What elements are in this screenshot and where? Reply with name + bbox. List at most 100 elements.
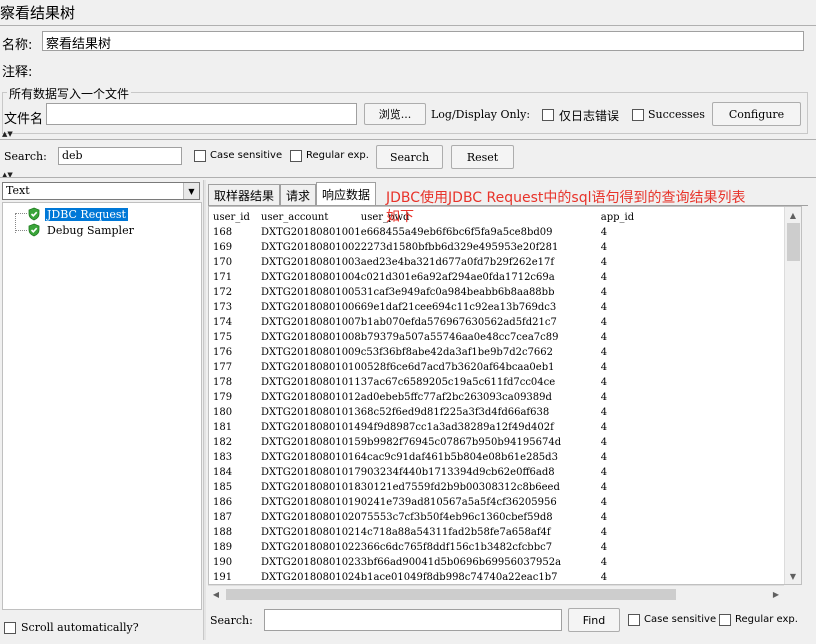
table-cell: DXTG20180801007 [261, 317, 361, 328]
table-cell: 186 [213, 497, 233, 508]
bottom-search-input[interactable] [264, 609, 562, 631]
table-cell: 4 [600, 302, 608, 313]
regex-checkbox[interactable] [290, 150, 302, 162]
errors-only-label: 仅日志错误 [559, 109, 620, 123]
configure-button[interactable]: Configure [712, 102, 801, 126]
scroll-thumb[interactable] [787, 223, 800, 261]
table-cell: 0241e739ad810567a5a5f4cf36205956 [360, 497, 557, 508]
table-cell: 177 [213, 362, 233, 373]
table-cell: 169 [213, 242, 233, 253]
table-row: 180 DXTG20180801013 68c52f6ed9d81f225a3f3d… [213, 405, 641, 420]
scroll-auto-checkbox[interactable] [4, 622, 16, 634]
tree-item-debug-sampler[interactable]: Debug Sampler [27, 223, 136, 237]
renderer-selected-value: Text [6, 184, 30, 197]
table-cell: DXTG20180801013 [261, 407, 361, 418]
table-cell: DXTG20180801014 [261, 422, 361, 433]
tab-response-data[interactable]: 响应数据 [316, 182, 377, 206]
table-cell: 176 [213, 347, 233, 358]
tab-sampler-result[interactable]: 取样器结果 [208, 184, 281, 206]
browse-button[interactable]: 浏览... [364, 103, 426, 125]
table-cell: aed23e4ba321d677a0fd7b29f262e17f [360, 257, 555, 268]
search-label: Search: [4, 150, 47, 163]
tree-item-jdbc-request[interactable]: JDBC Request [27, 207, 128, 221]
search-button[interactable]: Search [376, 145, 443, 169]
table-cell: 75553c7cf3b50f4eb96c1360cbef59d8 [360, 512, 553, 523]
table-cell: DXTG20180801003 [261, 257, 361, 268]
table-cell: 189 [213, 542, 233, 553]
bottom-regex-checkbox[interactable] [719, 614, 731, 626]
log-display-label: Log/Display Only: [431, 108, 531, 121]
table-cell: 190 [213, 557, 233, 568]
name-input[interactable]: 察看结果树 [42, 31, 804, 52]
table-cell: DXTG20180801008 [261, 332, 361, 343]
search-input[interactable]: deb [58, 147, 182, 165]
table-cell: DXTG20180801017 [261, 467, 361, 478]
tab-request[interactable]: 请求 [280, 184, 317, 206]
section-divider [0, 139, 816, 140]
table-cell: 4 [600, 542, 608, 553]
bottom-case-sensitive-checkbox[interactable] [628, 614, 640, 626]
table-cell: 187 [213, 512, 233, 523]
regex-label: Regular exp. [306, 150, 369, 161]
table-cell: 4cac9c91daf461b5b804e08b61e285d3 [360, 452, 558, 463]
table-row: 175 DXTG20180801008 b79379a507a55746aa0e48… [213, 330, 641, 345]
file-input[interactable] [46, 103, 357, 125]
tree-item-label: JDBC Request [45, 207, 128, 221]
table-cell: DXTG20180801004 [261, 272, 361, 283]
table-cell: 4 [600, 482, 608, 493]
table-row: 190 DXTG20180801023 3bf66ad90041d5b0696b69… [213, 555, 641, 570]
table-cell: 4 [600, 512, 608, 523]
response-data-area[interactable]: user_id user_account user_pwd app_id 168 DXTG… [208, 206, 802, 585]
table-cell: DXTG20180801001 [261, 227, 361, 238]
tree-line [15, 230, 27, 231]
table-row: 177 DXTG20180801010 0528f6ce6d7acd7b3620af… [213, 360, 641, 375]
chevron-down-icon[interactable]: ▼ [183, 183, 199, 199]
renderer-select[interactable]: Text ▼ [2, 182, 200, 200]
table-cell: 4 [600, 422, 608, 433]
reset-button[interactable]: Reset [451, 145, 514, 169]
table-cell: 4 [600, 407, 608, 418]
vertical-scrollbar[interactable]: ▲ ▼ [784, 207, 801, 584]
table-cell: 4c718a88a54311fad2b58fe7a658af4f [360, 527, 551, 538]
table-row: 184 DXTG20180801017 903234f440b1713394d9cb… [213, 465, 641, 480]
case-sensitive-checkbox[interactable] [194, 150, 206, 162]
scroll-thumb-h[interactable] [226, 589, 676, 600]
table-row: 176 DXTG20180801009 c53f36bf8abe42da3af1be… [213, 345, 641, 360]
table-row: 178 DXTG20180801011 37ac67c6589205c19a5c61… [213, 375, 641, 390]
table-cell: 68c52f6ed9d81f225a3f3d4fd66af638 [360, 407, 550, 418]
table-cell: 366c6dc765f8ddf156c1b3482cfcbbc7 [360, 542, 553, 553]
pane-splitter[interactable] [203, 180, 206, 640]
errors-only-checkbox[interactable] [542, 109, 554, 121]
title-divider [0, 25, 816, 26]
table-cell: 179 [213, 392, 233, 403]
table-row: 168 DXTG20180801001 e668455a49eb6f6bc6f5fa… [213, 225, 641, 240]
comment-label: 注释: [2, 65, 33, 80]
table-cell: DXTG20180801016 [261, 452, 361, 463]
success-shield-icon [28, 207, 40, 221]
table-cell: 4 [600, 287, 608, 298]
comment-input[interactable] [36, 57, 806, 79]
table-row: 188 DXTG20180801021 4c718a88a54311fad2b58f… [213, 525, 641, 540]
horizontal-scrollbar[interactable]: ◀ ▶ [208, 585, 784, 602]
scroll-up-icon[interactable]: ▲ [785, 207, 801, 223]
scroll-down-icon[interactable]: ▼ [785, 568, 801, 584]
file-label: 文件名 [4, 112, 44, 127]
table-cell: 172 [213, 287, 233, 298]
collapse-arrows-icon[interactable]: ▲▼ [2, 131, 13, 138]
table-row: 173 DXTG20180801006 69e1daf21cee694c11c92e… [213, 300, 641, 315]
table-row: 185 DXTG20180801018 30121ed7559fd2b9b00308… [213, 480, 641, 495]
table-cell: 178 [213, 377, 233, 388]
table-cell: 4 [600, 392, 608, 403]
table-cell: 4 [600, 362, 608, 373]
scroll-right-icon[interactable]: ▶ [768, 586, 784, 602]
scroll-left-icon[interactable]: ◀ [208, 586, 224, 602]
table-cell: 170 [213, 257, 233, 268]
successes-checkbox[interactable] [632, 109, 644, 121]
table-header-cell: user_account [261, 212, 329, 223]
table-cell: 37ac67c6589205c19a5c611fd7cc04ce [360, 377, 556, 388]
table-row: 191 DXTG20180801024 b1ace01049f8db998c7474… [213, 570, 641, 584]
table-cell: 0528f6ce6d7acd7b3620af64bcaa0eb1 [360, 362, 555, 373]
table-cell: DXTG20180801006 [261, 302, 361, 313]
find-button[interactable]: Find [568, 608, 620, 632]
table-cell: 4 [600, 557, 608, 568]
